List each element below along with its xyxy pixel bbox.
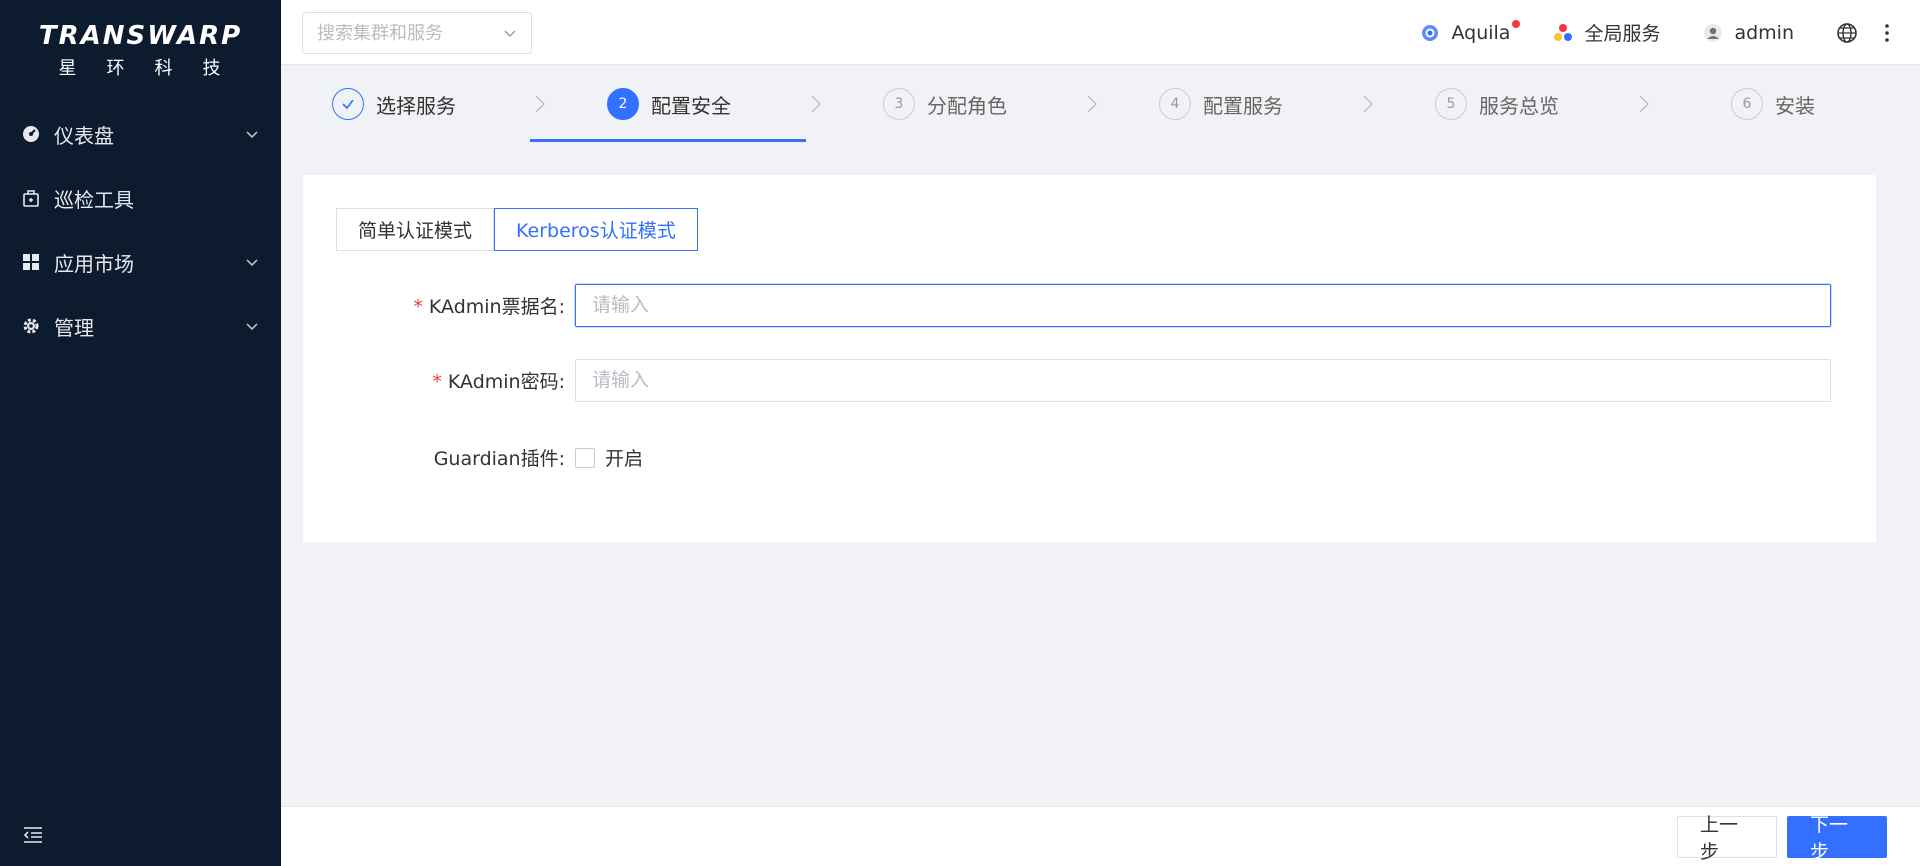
sidebar-item-label: 巡检工具 bbox=[54, 187, 134, 212]
step-number: 2 bbox=[607, 88, 639, 120]
previous-step-button[interactable]: 上一步 bbox=[1677, 814, 1777, 863]
wizard-steps: 选择服务 2 配置安全 3 分配角色 4 配置服务 5 服务总览 6 安装 bbox=[281, 66, 1920, 142]
guardian-enable-label[interactable]: 开启 bbox=[605, 444, 643, 471]
step-label: 分配角色 bbox=[927, 93, 1007, 118]
chevron-right-icon bbox=[1087, 95, 1097, 113]
security-config-card: 简单认证模式 Kerberos认证模式 *KAdmin票据名: *KAdmin密… bbox=[303, 175, 1876, 542]
inspection-icon bbox=[22, 189, 40, 207]
chevron-down-icon bbox=[504, 30, 516, 37]
aquila-label: Aquila bbox=[1451, 19, 1521, 44]
step-install[interactable]: 6 安装 bbox=[1731, 66, 1815, 142]
step-assign-roles[interactable]: 3 分配角色 bbox=[883, 66, 1007, 142]
more-vertical-icon bbox=[1884, 22, 1890, 44]
kadmin-principal-input[interactable] bbox=[575, 284, 1831, 327]
next-step-button[interactable]: 下一步 bbox=[1787, 814, 1887, 863]
user-menu[interactable]: admin bbox=[1702, 22, 1794, 44]
step-configure-security[interactable]: 2 配置安全 bbox=[607, 66, 731, 142]
step-label: 选择服务 bbox=[376, 93, 456, 118]
guardian-plugin-row: Guardian插件: 开启 bbox=[303, 444, 1876, 471]
auth-mode-tabs: 简单认证模式 Kerberos认证模式 bbox=[336, 208, 698, 251]
global-services-icon bbox=[1552, 22, 1574, 44]
brand-name: TRANSWARP bbox=[38, 21, 243, 51]
user-avatar-icon bbox=[1702, 22, 1724, 44]
notification-dot bbox=[1512, 19, 1521, 28]
language-button[interactable] bbox=[1836, 22, 1858, 44]
brand-subtitle: 星环科技 bbox=[58, 58, 251, 79]
step-service-overview[interactable]: 5 服务总览 bbox=[1435, 66, 1559, 142]
tab-simple-auth[interactable]: 简单认证模式 bbox=[336, 208, 495, 251]
step-number: 6 bbox=[1731, 88, 1763, 120]
gear-icon bbox=[22, 317, 40, 335]
kadmin-principal-label-text: KAdmin票据名: bbox=[428, 296, 565, 318]
sidebar-item-label: 管理 bbox=[54, 315, 94, 340]
kadmin-password-row: * KAdmin密码: bbox=[303, 359, 1876, 402]
dashboard-icon bbox=[22, 125, 40, 143]
step-number: 5 bbox=[1435, 88, 1467, 120]
aquila-text: Aquila bbox=[1451, 21, 1511, 44]
kadmin-password-input[interactable] bbox=[575, 359, 1831, 402]
globe-icon bbox=[1836, 22, 1858, 44]
guardian-plugin-label: Guardian插件: bbox=[433, 448, 565, 470]
sidebar: TRANSWARP 星环科技 仪表盘 巡检工具 应用市场 管理 bbox=[0, 0, 281, 866]
chevron-down-icon bbox=[246, 323, 258, 331]
active-step-indicator bbox=[530, 139, 806, 142]
cluster-service-search[interactable] bbox=[302, 12, 532, 54]
step-label: 配置安全 bbox=[651, 93, 731, 118]
header-actions: Aquila 全局服务 admin bbox=[1419, 0, 1920, 65]
top-header: Aquila 全局服务 admin bbox=[281, 0, 1920, 65]
aquila-icon bbox=[1419, 22, 1441, 44]
username: admin bbox=[1734, 21, 1794, 44]
sidebar-item-management[interactable]: 管理 bbox=[0, 294, 281, 358]
search-input[interactable] bbox=[317, 22, 503, 44]
chevron-right-icon bbox=[811, 95, 821, 113]
aquila-button[interactable]: Aquila bbox=[1419, 19, 1521, 44]
chevron-right-icon bbox=[1639, 95, 1649, 113]
wizard-footer: 上一步 下一步 bbox=[281, 806, 1920, 866]
step-label: 配置服务 bbox=[1203, 93, 1283, 118]
collapse-sidebar-icon[interactable] bbox=[22, 824, 44, 846]
step-label: 安装 bbox=[1775, 93, 1815, 118]
kadmin-principal-row: * KAdmin票据名: bbox=[303, 284, 1876, 327]
global-services-label: 全局服务 bbox=[1584, 23, 1661, 45]
step-number: 4 bbox=[1159, 88, 1191, 120]
sidebar-item-app-market[interactable]: 应用市场 bbox=[0, 230, 281, 294]
chevron-right-icon bbox=[535, 95, 545, 113]
guardian-enable-checkbox[interactable] bbox=[575, 447, 595, 468]
global-services-button[interactable]: 全局服务 bbox=[1552, 19, 1660, 46]
required-mark: * bbox=[432, 371, 442, 393]
step-number: 3 bbox=[883, 88, 915, 120]
grid-icon bbox=[22, 253, 40, 271]
sidebar-item-label: 应用市场 bbox=[54, 251, 134, 276]
sidebar-item-dashboard[interactable]: 仪表盘 bbox=[0, 102, 281, 166]
required-mark: * bbox=[413, 296, 423, 318]
chevron-down-icon bbox=[246, 131, 258, 139]
step-configure-service[interactable]: 4 配置服务 bbox=[1159, 66, 1283, 142]
step-done-check-icon bbox=[332, 88, 364, 120]
sidebar-nav: 仪表盘 巡检工具 应用市场 管理 bbox=[0, 102, 281, 358]
sidebar-item-label: 仪表盘 bbox=[54, 123, 114, 148]
chevron-right-icon bbox=[1363, 95, 1373, 113]
sidebar-item-inspection[interactable]: 巡检工具 bbox=[0, 166, 281, 230]
step-label: 服务总览 bbox=[1479, 93, 1559, 118]
brand-logo[interactable]: TRANSWARP 星环科技 bbox=[0, 0, 281, 79]
kadmin-password-label: * KAdmin密码: bbox=[303, 367, 575, 394]
chevron-down-icon bbox=[246, 259, 258, 267]
kadmin-password-label-text: KAdmin密码: bbox=[447, 371, 565, 393]
more-menu-button[interactable] bbox=[1884, 22, 1890, 44]
step-select-service[interactable]: 选择服务 bbox=[332, 66, 456, 142]
kadmin-principal-label: * KAdmin票据名: bbox=[303, 292, 575, 319]
tab-kerberos-auth[interactable]: Kerberos认证模式 bbox=[494, 208, 698, 251]
